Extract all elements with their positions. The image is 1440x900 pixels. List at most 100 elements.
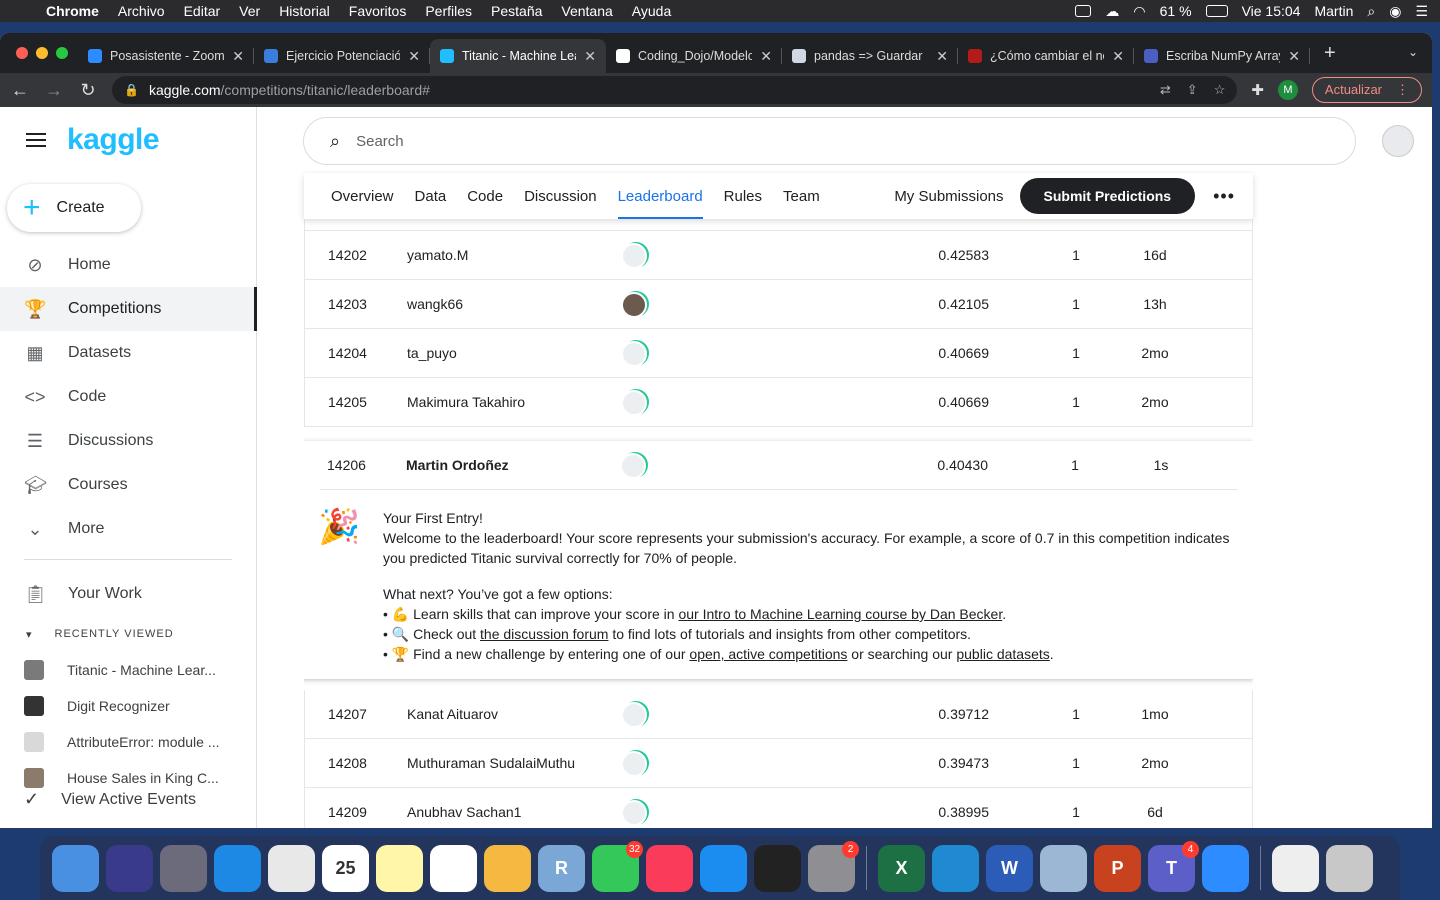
siri-dock-icon[interactable] [106,844,153,892]
tab-team[interactable]: Team [783,173,820,219]
launchpad-dock-icon[interactable] [160,844,207,892]
team-avatar[interactable] [620,453,646,479]
create-button[interactable]: + Create [7,184,141,232]
sidebar-item-more[interactable]: ⌄ More [0,507,257,551]
sidebar-item-code[interactable]: <> Code [0,375,257,419]
team-name-cell[interactable]: Martin Ordoñez [406,457,509,473]
menubar-user[interactable]: Martin [1314,3,1353,19]
forward-button[interactable]: → [44,80,64,101]
siri-icon[interactable]: ◉ [1389,3,1401,20]
team-avatar[interactable] [621,751,647,777]
new-tab-button[interactable]: + [1310,42,1350,65]
menu-archivo[interactable]: Archivo [118,3,165,19]
chrome-dock-icon[interactable] [268,844,315,892]
browser-tab[interactable]: Titanic - Machine Learning ✕ [430,39,606,73]
browser-tab[interactable]: Ejercicio Potenciación ✕ [254,39,430,73]
team-name-cell[interactable]: Kanat Aituarov [407,706,498,722]
safari-dock-icon[interactable] [214,844,261,892]
leaderboard-row[interactable]: 14205 Makimura Takahiro 0.40669 1 2mo [304,378,1253,427]
your-entry-row[interactable]: 14206 Martin Ordoñez 0.40430 1 1s [304,441,1253,490]
minimize-window-button[interactable] [36,47,48,59]
leaderboard-row[interactable]: 14209 Anubhav Sachan1 0.38995 1 6d [304,788,1253,828]
system-preferences-dock-icon[interactable]: 2 [808,840,859,892]
menu-favoritos[interactable]: Favoritos [349,3,407,19]
recently-viewed-toggle[interactable]: ▾ RECENTLY VIEWED [0,616,257,652]
sidebar-item-your-work[interactable]: 📋︎ Your Work [0,572,257,616]
calendar-dock-icon[interactable]: 25 [322,844,369,892]
hamburger-menu-icon[interactable] [26,133,46,151]
update-button[interactable]: Actualizar ⋮ [1311,77,1422,103]
share-icon[interactable]: ⇪ [1187,82,1198,98]
recently-viewed-item[interactable]: Digit Recognizer [0,688,257,724]
menu-app-name[interactable]: Chrome [46,3,99,19]
close-tab-icon[interactable]: ✕ [584,48,596,65]
submit-predictions-button[interactable]: Submit Predictions [1019,178,1196,214]
creative-cloud-icon[interactable]: ☁ [1105,3,1119,20]
back-button[interactable]: ← [10,80,30,101]
sidebar-item-competitions[interactable]: 🏆 Competitions [0,287,257,331]
tab-leaderboard[interactable]: Leaderboard [617,173,703,219]
battery-icon[interactable] [1205,5,1228,17]
translate-icon[interactable]: ⇄ [1160,82,1171,98]
app-store-dock-icon[interactable] [700,844,747,892]
menu-ayuda[interactable]: Ayuda [632,3,671,19]
menu-historial[interactable]: Historial [279,3,330,19]
sidebar-item-discussions[interactable]: ☰ Discussions [0,419,257,463]
teams-dock-icon[interactable]: T4 [1148,840,1199,892]
public-datasets-link[interactable]: public datasets [956,646,1049,662]
leaderboard-row[interactable]: 14203 wangk66 0.42105 1 13h [304,280,1253,329]
close-tab-icon[interactable]: ✕ [936,48,948,65]
recently-viewed-item[interactable]: Titanic - Machine Lear... [0,652,257,688]
trash-dock-icon[interactable] [1326,844,1373,892]
facetime-dock-icon[interactable]: 32 [592,840,643,892]
spotlight-search-icon[interactable]: ⌕ [1367,3,1375,20]
menu-pestana[interactable]: Pestaña [491,3,542,19]
extensions-puzzle-icon[interactable]: ✚ [1251,81,1264,99]
r-dock-icon[interactable]: R [538,844,585,892]
close-window-button[interactable] [16,47,28,59]
team-avatar[interactable] [621,702,647,728]
finder-dock-icon[interactable] [52,844,99,892]
team-name-cell[interactable]: wangk66 [407,296,463,312]
notes-dock-icon[interactable] [376,844,423,892]
intro-ml-course-link[interactable]: our Intro to Machine Learning course by … [678,606,1002,622]
zoom-window-button[interactable] [56,47,68,59]
more-options-icon[interactable]: ••• [1213,186,1235,207]
tab-overview[interactable]: Overview [331,173,394,219]
reminders-dock-icon[interactable] [430,844,477,892]
close-tab-icon[interactable]: ✕ [1288,48,1300,65]
sidebar-item-courses[interactable]: 🎓︎ Courses [0,463,257,507]
menu-perfiles[interactable]: Perfiles [425,3,472,19]
word-dock-icon[interactable]: W [986,844,1033,892]
team-avatar[interactable] [621,292,647,318]
team-name-cell[interactable]: Makimura Takahiro [407,394,525,410]
browser-tab[interactable]: Coding_Dojo/Modelos ✕ [606,39,782,73]
active-competitions-link[interactable]: open, active competitions [689,646,847,662]
team-name-cell[interactable]: Anubhav Sachan1 [407,804,521,820]
leaderboard-row[interactable]: 14207 Kanat Aituarov 0.39712 1 1mo [304,690,1253,739]
lock-icon[interactable]: 🔒 [124,83,139,97]
zoom-status-icon[interactable] [1075,5,1092,17]
sidebar-item-datasets[interactable]: ▦ Datasets [0,331,257,375]
vscode-dock-icon[interactable] [932,844,979,892]
zoom-dock-icon[interactable] [1202,844,1249,892]
address-bar[interactable]: 🔒 kaggle.com/competitions/titanic/leader… [112,76,1238,104]
menu-editar[interactable]: Editar [184,3,221,19]
tab-data[interactable]: Data [415,173,447,219]
close-tab-icon[interactable]: ✕ [232,48,244,65]
tab-discussion[interactable]: Discussion [524,173,597,219]
browser-tab[interactable]: Escriba NumPy Array ✕ [1134,39,1310,73]
leaderboard-row[interactable]: 14204 ta_puyo 0.40669 1 2mo [304,329,1253,378]
tab-search-chevron-icon[interactable]: ⌄ [1408,45,1418,59]
team-name-cell[interactable]: ta_puyo [407,345,457,361]
browser-tab[interactable]: pandas => Guardar ✕ [782,39,958,73]
search-input[interactable]: ⌕ Search [303,117,1356,165]
quicktime-dock-icon[interactable] [754,844,801,892]
my-submissions-link[interactable]: My Submissions [894,188,1003,205]
bookmark-star-icon[interactable]: ☆ [1214,82,1226,98]
close-tab-icon[interactable]: ✕ [408,48,420,65]
discussion-forum-link[interactable]: the discussion forum [480,626,608,642]
menubar-clock[interactable]: Vie 15:04 [1242,3,1301,19]
recently-viewed-item[interactable]: AttributeError: module ... [0,724,257,760]
wifi-icon[interactable]: ◠ [1133,3,1145,20]
